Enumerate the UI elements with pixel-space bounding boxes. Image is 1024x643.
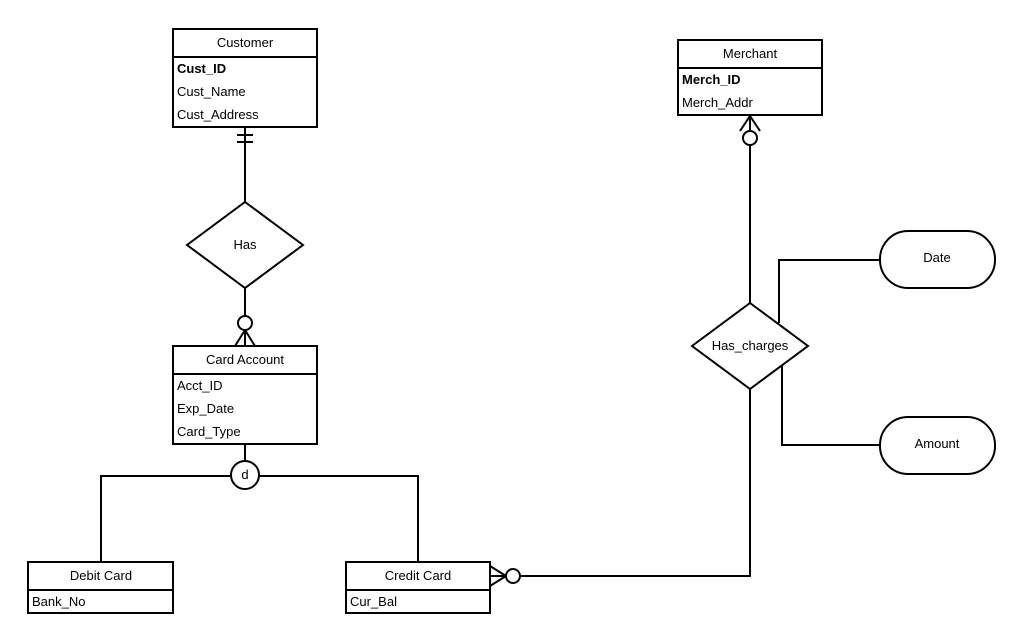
c-crow-top [489, 565, 507, 577]
entity-card-account[interactable]: Card Account Acct_ID Exp_Date Card_Type [172, 345, 318, 445]
attribute-key: Cust_ID [177, 61, 226, 76]
specialization-label: d [241, 467, 248, 482]
attribute: Card_Type [177, 424, 241, 439]
hc-date-line [778, 259, 880, 323]
attribute-label: Date [923, 250, 950, 265]
relationship-has[interactable]: Has [185, 200, 305, 290]
attribute: Cust_Name [177, 84, 246, 99]
crowfoot-left [234, 329, 246, 347]
crowfoot-right [244, 329, 256, 347]
m-zero-circle [742, 130, 758, 146]
d-credit-line [259, 475, 419, 562]
attribute: Merch_Addr [682, 95, 753, 110]
attribute: Cust_Address [177, 107, 259, 122]
entity-debit-card[interactable]: Debit Card Bank_No [27, 561, 174, 614]
entity-merchant[interactable]: Merchant Merch_ID Merch_Addr [677, 39, 823, 116]
entity-credit-card[interactable]: Credit Card Cur_Bal [345, 561, 491, 614]
disjoint-specialization[interactable]: d [230, 460, 260, 490]
c-zero-circle [505, 568, 521, 584]
attribute: Exp_Date [177, 401, 234, 416]
attribute-amount[interactable]: Amount [879, 416, 996, 475]
relationship-label: Has [233, 237, 257, 252]
zero-circle [237, 315, 253, 331]
entity-title: Customer [217, 35, 274, 50]
attribute: Cur_Bal [350, 594, 397, 609]
er-diagram: Customer Cust_ID Cust_Name Cust_Address … [27, 28, 996, 614]
entity-customer[interactable]: Customer Cust_ID Cust_Name Cust_Address [172, 28, 318, 128]
m-crow-right [749, 115, 761, 132]
attribute: Acct_ID [177, 378, 223, 393]
attribute-key: Merch_ID [682, 72, 741, 87]
attribute-date[interactable]: Date [879, 230, 996, 289]
d-debit-line [100, 475, 231, 562]
attribute-label: Amount [915, 436, 960, 451]
hc-credit-line [520, 389, 751, 577]
entity-title: Debit Card [70, 568, 132, 583]
relationship-has-charges[interactable]: Has_charges [690, 301, 810, 391]
entity-title: Card Account [206, 352, 284, 367]
c-crow-bottom [489, 575, 507, 587]
relationship-label: Has_charges [712, 338, 789, 353]
hc-amount-line [781, 366, 880, 446]
attribute: Bank_No [32, 594, 85, 609]
m-crow-left [739, 115, 751, 132]
entity-title: Credit Card [385, 568, 451, 583]
entity-title: Merchant [723, 46, 778, 61]
